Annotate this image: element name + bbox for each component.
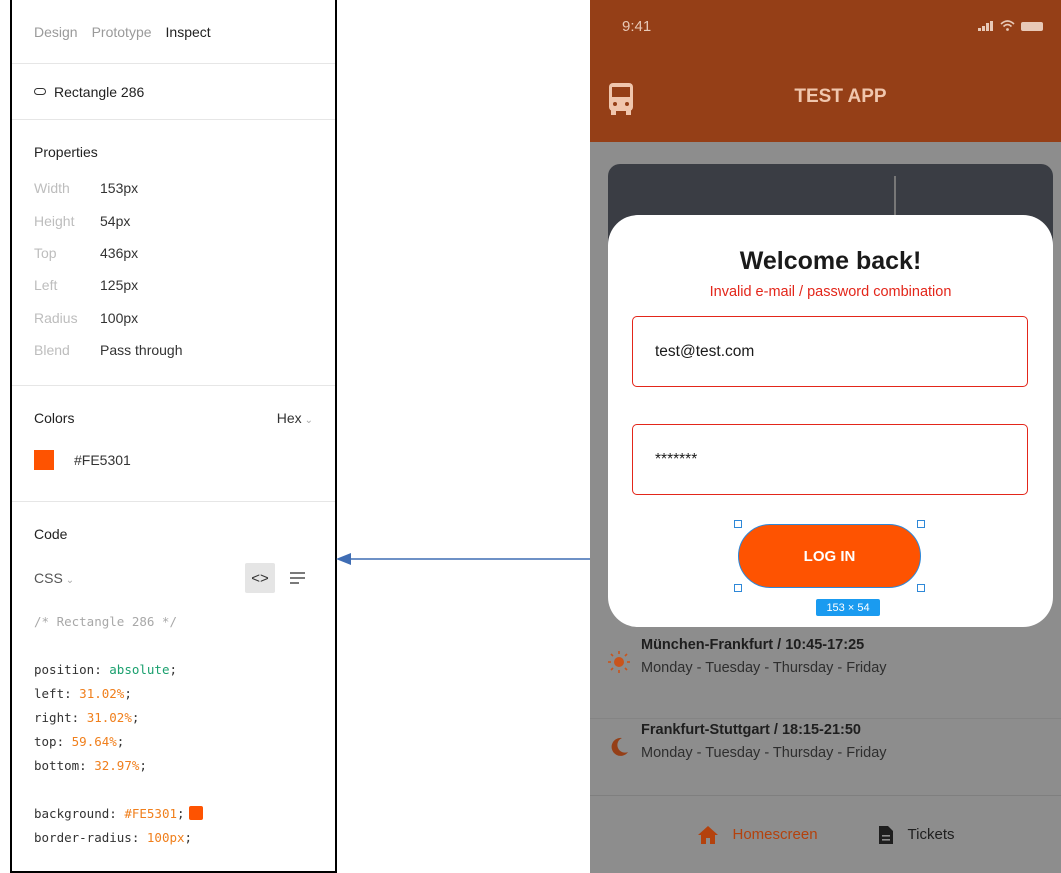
property-row: Top 436px xyxy=(34,237,313,269)
selected-layer: Rectangle 286 xyxy=(12,64,335,120)
app-bar: 9:41 TEST APP xyxy=(590,0,1061,142)
chevron-down-icon: ⌄ xyxy=(304,415,313,426)
rectangle-icon xyxy=(34,88,46,95)
code-value: 31.02% xyxy=(79,686,125,701)
moon-icon xyxy=(611,737,628,756)
phone-screen: 9:41 TEST APP München-Frankfurt / 10:45-… xyxy=(590,0,1061,873)
tower-silhouette xyxy=(894,176,896,216)
sun-icon xyxy=(608,651,630,673)
color-row[interactable]: #FE5301 xyxy=(34,450,313,470)
password-field[interactable]: ******* xyxy=(632,424,1028,495)
route-title: München-Frankfurt / 10:45-17:25 xyxy=(641,637,865,653)
color-format-dropdown[interactable]: Hex ⌄ xyxy=(277,410,313,426)
wifi-icon xyxy=(1000,19,1015,34)
resize-handle[interactable] xyxy=(734,584,742,592)
login-modal: Welcome back! Invalid e-mail / password … xyxy=(608,215,1053,627)
code-comment: /* Rectangle 286 */ xyxy=(34,614,177,629)
nav-tickets-label: Tickets xyxy=(907,826,955,843)
nav-tickets[interactable]: Tickets xyxy=(878,825,955,845)
properties-section: Properties Width 153px Height 54px Top 4… xyxy=(12,120,335,386)
property-key: Top xyxy=(34,244,57,261)
code-language-label: CSS xyxy=(34,570,63,586)
code-value: 31.02% xyxy=(86,710,132,725)
code-title: Code xyxy=(34,526,68,542)
email-field[interactable]: test@test.com xyxy=(632,316,1028,387)
property-row: Blend Pass through xyxy=(34,334,313,366)
property-key: Width xyxy=(34,180,70,197)
home-icon xyxy=(697,825,718,844)
property-key: Left xyxy=(34,277,58,294)
property-value[interactable]: Pass through xyxy=(100,342,183,358)
colors-title: Colors xyxy=(34,410,75,426)
chevron-down-icon: ⌄ xyxy=(65,575,75,586)
code-prop: border-radius: xyxy=(34,830,140,845)
property-value[interactable]: 125px xyxy=(100,277,138,293)
route-item[interactable]: München-Frankfurt / 10:45-17:25 Monday -… xyxy=(590,627,1061,719)
code-value: absolute xyxy=(109,662,170,677)
error-message: Invalid e-mail / password combination xyxy=(709,284,952,300)
property-value[interactable]: 54px xyxy=(100,213,130,229)
code-value: 32.97% xyxy=(94,758,140,773)
property-row: Left 125px xyxy=(34,269,313,301)
property-key: Radius xyxy=(34,309,78,326)
property-row: Radius 100px xyxy=(34,302,313,334)
bottom-nav: Homescreen Tickets xyxy=(590,795,1061,873)
code-prop: left: xyxy=(34,686,72,701)
code-language-dropdown[interactable]: CSS ⌄ xyxy=(34,570,74,586)
property-row: Height 54px xyxy=(34,204,313,236)
code-prop: position: xyxy=(34,662,102,677)
nav-homescreen-label: Homescreen xyxy=(732,826,818,843)
login-button[interactable]: LOG IN xyxy=(738,524,921,588)
color-format-label: Hex xyxy=(276,410,302,426)
color-swatch xyxy=(34,450,54,470)
property-value[interactable]: 153px xyxy=(100,180,138,196)
code-prop: background: xyxy=(34,806,117,821)
resize-handle[interactable] xyxy=(917,520,925,528)
property-value[interactable]: 100px xyxy=(100,310,138,326)
document-icon xyxy=(878,825,893,844)
inspect-panel: Design Prototype Inspect Rectangle 286 P… xyxy=(10,0,337,873)
route-days: Monday - Tuesday - Thursday - Friday xyxy=(641,745,887,761)
tab-inspect[interactable]: Inspect xyxy=(166,24,211,40)
route-days: Monday - Tuesday - Thursday - Friday xyxy=(641,660,887,676)
signal-icon xyxy=(978,20,994,34)
code-value: #FE5301 xyxy=(124,806,178,821)
resize-handle[interactable] xyxy=(734,520,742,528)
layer-name: Rectangle 286 xyxy=(54,83,145,100)
code-value: 100px xyxy=(146,830,185,845)
code-prop: right: xyxy=(34,710,80,725)
route-item[interactable]: Frankfurt-Stuttgart / 18:15-21:50 Monday… xyxy=(590,712,1061,804)
list-view-icon[interactable] xyxy=(283,563,313,593)
code-section: Code CSS ⌄ <> /* Rectangle 286 */ positio… xyxy=(12,502,335,850)
code-view-icon[interactable]: <> xyxy=(245,563,275,593)
code-prop: bottom: xyxy=(34,758,87,773)
battery-icon xyxy=(1021,22,1043,31)
colors-section: Colors Hex ⌄ #FE5301 xyxy=(12,386,335,502)
code-block: /* Rectangle 286 */ position: absolute; … xyxy=(34,610,313,850)
code-value: 59.64% xyxy=(71,734,117,749)
nav-homescreen[interactable]: Homescreen xyxy=(697,825,818,845)
property-row: Width 153px xyxy=(34,172,313,204)
app-title: TEST APP xyxy=(794,86,887,107)
modal-title: Welcome back! xyxy=(739,247,922,275)
color-hex-value: #FE5301 xyxy=(74,452,131,468)
properties-title: Properties xyxy=(34,144,98,160)
tab-design[interactable]: Design xyxy=(34,24,78,40)
code-prop: top: xyxy=(34,734,65,749)
size-badge: 153 × 54 xyxy=(816,599,880,616)
panel-tabs: Design Prototype Inspect xyxy=(12,0,335,64)
status-time: 9:41 xyxy=(622,18,652,35)
tab-prototype[interactable]: Prototype xyxy=(92,24,152,40)
property-key: Height xyxy=(34,212,75,229)
status-bar: 9:41 xyxy=(622,18,1043,35)
property-value[interactable]: 436px xyxy=(100,245,138,261)
route-title: Frankfurt-Stuttgart / 18:15-21:50 xyxy=(641,722,861,738)
color-swatch xyxy=(188,806,203,820)
resize-handle[interactable] xyxy=(917,584,925,592)
property-key: Blend xyxy=(34,342,70,359)
